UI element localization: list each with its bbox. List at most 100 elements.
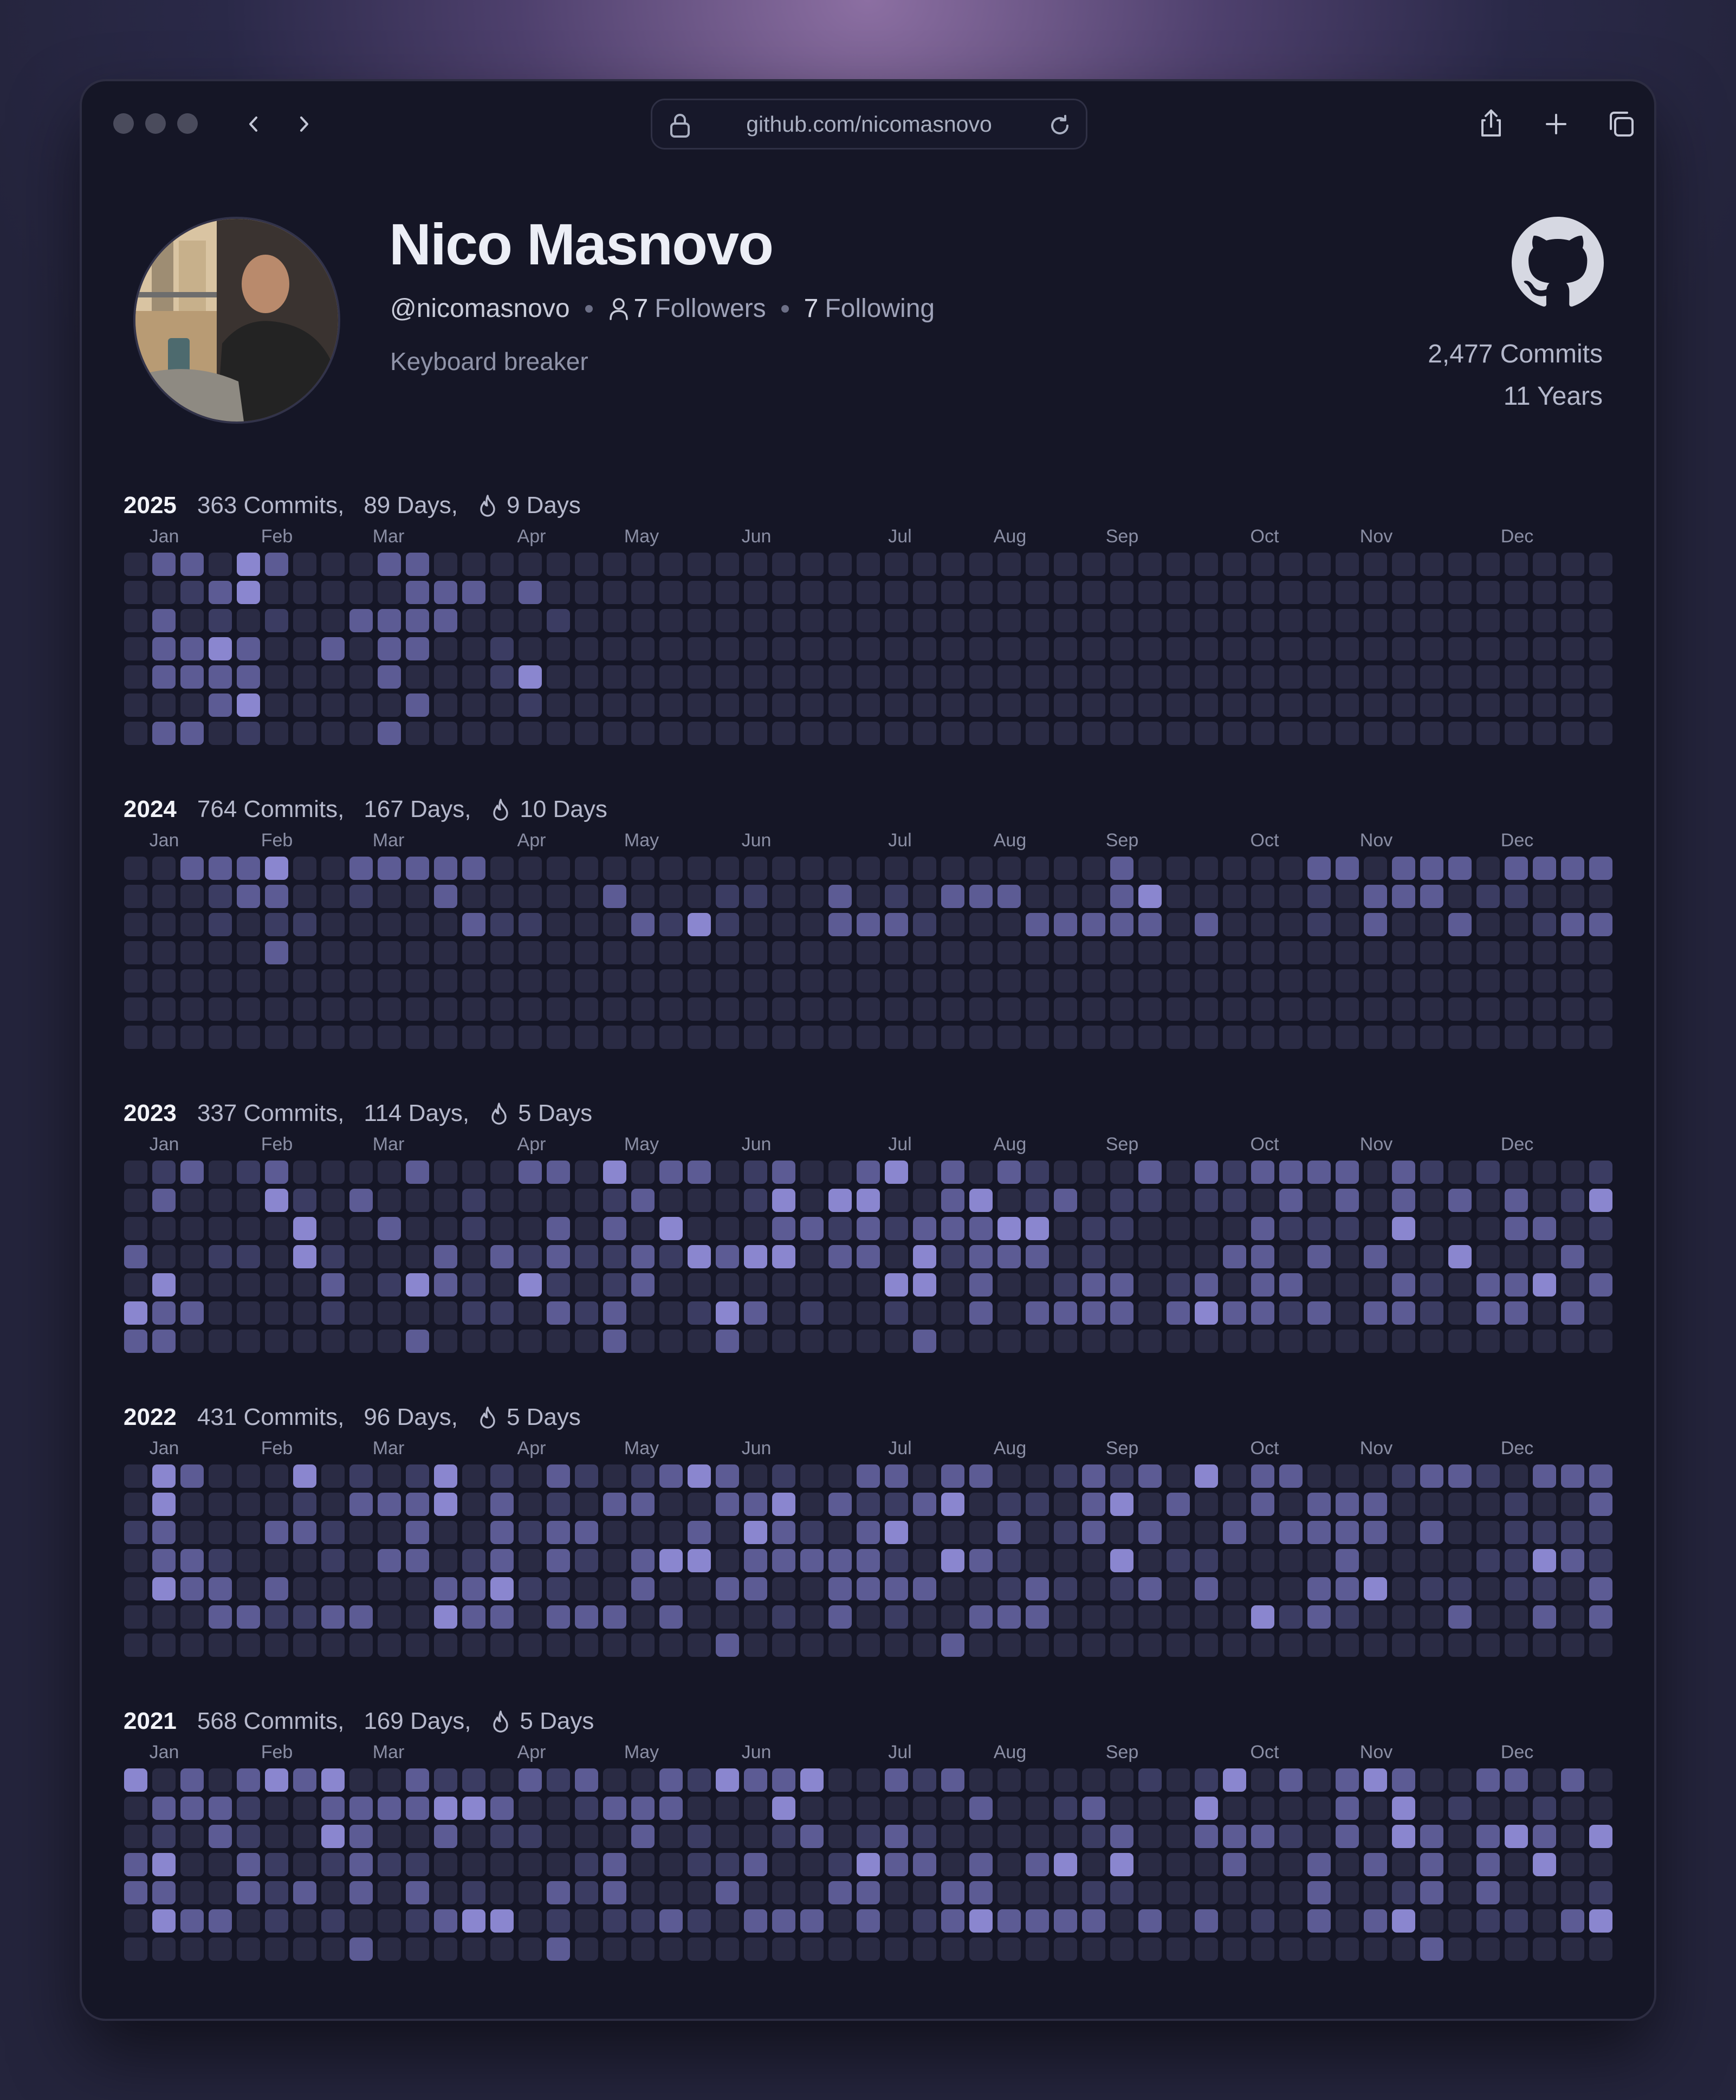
contribution-cell[interactable] bbox=[1026, 1026, 1049, 1049]
contribution-cell[interactable] bbox=[575, 1301, 598, 1325]
contribution-cell[interactable] bbox=[1336, 693, 1359, 717]
contribution-cell[interactable] bbox=[462, 1768, 485, 1792]
contribution-cell[interactable] bbox=[293, 609, 316, 632]
contribution-cell[interactable] bbox=[519, 1217, 542, 1240]
contribution-cell[interactable] bbox=[349, 1301, 373, 1325]
contribution-cell[interactable] bbox=[1364, 997, 1387, 1021]
contribution-cell[interactable] bbox=[519, 1853, 542, 1876]
contribution-cell[interactable] bbox=[1223, 693, 1246, 717]
contribution-cell[interactable] bbox=[1307, 665, 1331, 689]
contribution-cell[interactable] bbox=[1392, 1464, 1415, 1488]
contribution-cell[interactable] bbox=[631, 1301, 655, 1325]
contribution-cell[interactable] bbox=[772, 1634, 795, 1657]
contribution-cell[interactable] bbox=[1561, 1825, 1584, 1848]
contribution-cell[interactable] bbox=[631, 1026, 655, 1049]
contribution-cell[interactable] bbox=[1082, 1605, 1105, 1629]
contribution-cell[interactable] bbox=[152, 1768, 176, 1792]
contribution-cell[interactable] bbox=[1307, 1634, 1331, 1657]
contribution-cell[interactable] bbox=[772, 693, 795, 717]
contribution-cell[interactable] bbox=[1054, 1797, 1077, 1820]
contribution-cell[interactable] bbox=[547, 1605, 570, 1629]
contribution-cell[interactable] bbox=[406, 1521, 429, 1544]
contribution-cell[interactable] bbox=[1589, 1768, 1612, 1792]
contribution-cell[interactable] bbox=[800, 969, 824, 993]
contribution-cell[interactable] bbox=[631, 1909, 655, 1933]
contribution-cell[interactable] bbox=[997, 857, 1021, 880]
contribution-cell[interactable] bbox=[631, 609, 655, 632]
contribution-cell[interactable] bbox=[378, 1161, 401, 1184]
contribution-cell[interactable] bbox=[124, 913, 147, 936]
contribution-cell[interactable] bbox=[349, 553, 373, 576]
contribution-cell[interactable] bbox=[603, 1853, 626, 1876]
contribution-cell[interactable] bbox=[913, 1768, 936, 1792]
contribution-cell[interactable] bbox=[828, 1909, 852, 1933]
contribution-cell[interactable] bbox=[1561, 1605, 1584, 1629]
contribution-cell[interactable] bbox=[1476, 1853, 1500, 1876]
contribution-cell[interactable] bbox=[1110, 1605, 1133, 1629]
contribution-cell[interactable] bbox=[1279, 693, 1303, 717]
contribution-cell[interactable] bbox=[1251, 1464, 1274, 1488]
contribution-cell[interactable] bbox=[997, 1797, 1021, 1820]
contribution-cell[interactable] bbox=[1279, 1881, 1303, 1904]
contribution-cell[interactable] bbox=[265, 1026, 288, 1049]
contribution-cell[interactable] bbox=[1364, 722, 1387, 745]
contribution-cell[interactable] bbox=[209, 1909, 232, 1933]
contribution-cell[interactable] bbox=[969, 1909, 993, 1933]
contribution-cell[interactable] bbox=[124, 1909, 147, 1933]
contribution-cell[interactable] bbox=[406, 1909, 429, 1933]
contribution-cell[interactable] bbox=[941, 885, 964, 908]
contribution-cell[interactable] bbox=[1364, 637, 1387, 660]
contribution-cell[interactable] bbox=[659, 581, 683, 604]
contribution-cell[interactable] bbox=[631, 885, 655, 908]
contribution-cell[interactable] bbox=[1279, 913, 1303, 936]
contribution-cell[interactable] bbox=[1561, 1634, 1584, 1657]
contribution-cell[interactable] bbox=[659, 1605, 683, 1629]
contribution-cell[interactable] bbox=[800, 1605, 824, 1629]
contribution-cell[interactable] bbox=[828, 1937, 852, 1961]
contribution-cell[interactable] bbox=[1223, 637, 1246, 660]
contribution-cell[interactable] bbox=[349, 1549, 373, 1572]
contribution-cell[interactable] bbox=[1420, 857, 1443, 880]
contribution-cell[interactable] bbox=[885, 581, 908, 604]
contribution-cell[interactable] bbox=[1392, 857, 1415, 880]
contribution-cell[interactable] bbox=[265, 1464, 288, 1488]
contribution-cell[interactable] bbox=[969, 1493, 993, 1516]
contribution-cell[interactable] bbox=[941, 581, 964, 604]
contribution-cell[interactable] bbox=[547, 1825, 570, 1848]
contribution-cell[interactable] bbox=[1392, 885, 1415, 908]
contribution-cell[interactable] bbox=[1223, 722, 1246, 745]
contribution-cell[interactable] bbox=[1448, 1577, 1472, 1600]
contribution-cell[interactable] bbox=[180, 1521, 204, 1544]
contribution-cell[interactable] bbox=[378, 913, 401, 936]
contribution-cell[interactable] bbox=[1138, 637, 1162, 660]
contribution-cell[interactable] bbox=[1223, 1217, 1246, 1240]
contribution-cell[interactable] bbox=[688, 1881, 711, 1904]
contribution-cell[interactable] bbox=[688, 693, 711, 717]
contribution-cell[interactable] bbox=[378, 637, 401, 660]
contribution-cell[interactable] bbox=[180, 1797, 204, 1820]
contribution-cell[interactable] bbox=[152, 581, 176, 604]
contribution-cell[interactable] bbox=[1026, 1521, 1049, 1544]
contribution-cell[interactable] bbox=[406, 1577, 429, 1600]
contribution-cell[interactable] bbox=[575, 722, 598, 745]
contribution-cell[interactable] bbox=[744, 1161, 767, 1184]
contribution-cell[interactable] bbox=[997, 1634, 1021, 1657]
contribution-cell[interactable] bbox=[631, 1853, 655, 1876]
contribution-cell[interactable] bbox=[1167, 1825, 1190, 1848]
contribution-cell[interactable] bbox=[1448, 1605, 1472, 1629]
contribution-cell[interactable] bbox=[688, 637, 711, 660]
contribution-cell[interactable] bbox=[378, 1937, 401, 1961]
contribution-cell[interactable] bbox=[1195, 1245, 1218, 1268]
contribution-cell[interactable] bbox=[180, 885, 204, 908]
contribution-cell[interactable] bbox=[913, 693, 936, 717]
contribution-cell[interactable] bbox=[124, 1768, 147, 1792]
contribution-cell[interactable] bbox=[1476, 1026, 1500, 1049]
contribution-cell[interactable] bbox=[237, 1909, 260, 1933]
contribution-cell[interactable] bbox=[265, 637, 288, 660]
contribution-cell[interactable] bbox=[124, 1493, 147, 1516]
contribution-cell[interactable] bbox=[1307, 1881, 1331, 1904]
contribution-cell[interactable] bbox=[519, 1909, 542, 1933]
contribution-cell[interactable] bbox=[434, 637, 457, 660]
contribution-cell[interactable] bbox=[321, 581, 345, 604]
contribution-cell[interactable] bbox=[378, 1549, 401, 1572]
